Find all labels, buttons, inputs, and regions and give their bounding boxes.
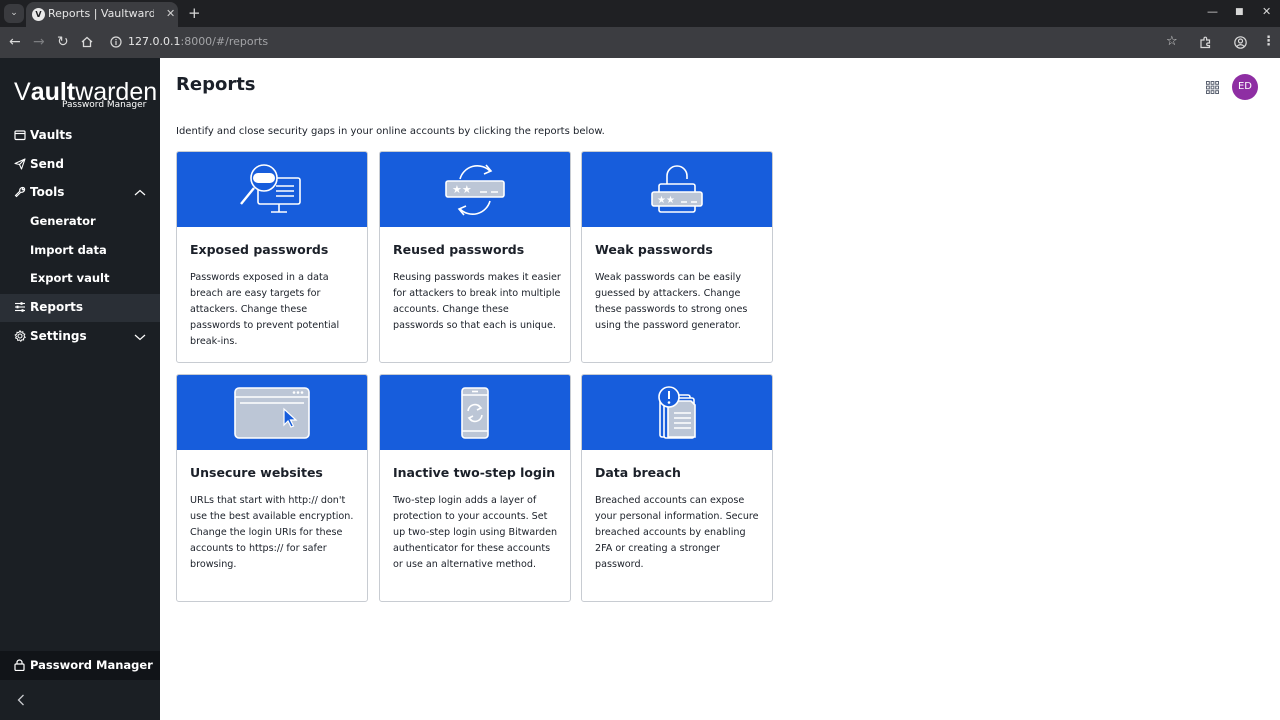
chevron-up-icon bbox=[134, 189, 146, 196]
collapse-sidebar-icon[interactable] bbox=[15, 693, 27, 707]
report-card-title: Weak passwords bbox=[595, 242, 713, 257]
sidebar-item-label: Settings bbox=[30, 329, 87, 343]
card-banner: ★★ bbox=[582, 152, 772, 227]
alert-document-icon bbox=[658, 385, 696, 439]
footer-label: Password Manager bbox=[30, 658, 153, 672]
phone-sync-icon bbox=[461, 386, 489, 439]
card-banner bbox=[177, 152, 367, 227]
avatar[interactable]: ED bbox=[1232, 74, 1258, 100]
report-card-reused-passwords[interactable]: ★★ Reused passwords Reusing passwords ma… bbox=[379, 151, 571, 363]
open-lock-icon: ★★ bbox=[651, 164, 703, 213]
extensions-icon[interactable] bbox=[1199, 36, 1212, 49]
browser-menu-icon[interactable]: ⋮ bbox=[1262, 34, 1275, 50]
sidebar-item-label: Import data bbox=[30, 243, 107, 257]
sidebar-item-label: Send bbox=[30, 157, 64, 171]
sidebar-item-label: Vaults bbox=[30, 128, 73, 142]
report-card-title: Unsecure websites bbox=[190, 465, 323, 480]
browser-toolbar: ← → ↻ 127.0.0.1:8000/#/reports ☆ ⋮ bbox=[0, 27, 1280, 58]
sidebar-item-vaults[interactable]: Vaults bbox=[0, 122, 160, 150]
report-card-title: Inactive two-step login bbox=[393, 465, 556, 480]
logo-gear-v: V bbox=[14, 78, 31, 106]
report-card-unsecure-websites[interactable]: Unsecure websites URLs that start with h… bbox=[176, 374, 368, 602]
sidebar-item-label: Generator bbox=[30, 214, 96, 228]
logo-subtitle: Password Manager bbox=[62, 100, 147, 110]
report-card-description: Breached accounts can expose your person… bbox=[595, 495, 759, 570]
sidebar-item-label: Reports bbox=[30, 300, 84, 314]
card-banner: ★★ bbox=[380, 152, 570, 227]
bookmark-star-icon[interactable]: ☆ bbox=[1166, 34, 1178, 50]
chevron-down-icon bbox=[134, 334, 146, 341]
report-card-title: Reused passwords bbox=[393, 242, 525, 257]
report-card-description: Passwords exposed in a data breach are e… bbox=[190, 272, 340, 347]
sidebar-item-tools[interactable]: Tools bbox=[0, 179, 160, 207]
reports-intro-text: Identify and close security gaps in your… bbox=[176, 126, 605, 137]
magnifier-monitor-icon bbox=[240, 163, 301, 213]
reload-icon[interactable]: ↻ bbox=[57, 33, 69, 51]
card-banner bbox=[582, 375, 772, 450]
sidebar-item-send[interactable]: Send bbox=[0, 151, 160, 179]
sidebar-item-reports[interactable]: Reports bbox=[0, 294, 160, 322]
sidebar-item-settings[interactable]: Settings bbox=[0, 323, 160, 351]
url-path: :8000/#/reports bbox=[180, 35, 269, 48]
site-info-icon[interactable] bbox=[110, 36, 122, 48]
report-card-exposed-passwords[interactable]: Exposed passwords Passwords exposed in a… bbox=[176, 151, 368, 363]
password-manager-switcher[interactable]: Password Manager bbox=[0, 651, 160, 680]
forward-icon[interactable]: → bbox=[33, 33, 45, 51]
window-close-icon[interactable]: ✕ bbox=[1262, 5, 1271, 18]
vaultwarden-logo[interactable]: Vaultwarden Password Manager bbox=[14, 78, 157, 112]
report-card-description: Reusing passwords makes it easier for at… bbox=[393, 272, 561, 331]
page-title: Reports bbox=[176, 74, 256, 95]
address-bar[interactable]: 127.0.0.1:8000/#/reports bbox=[128, 35, 268, 48]
report-card-data-breach[interactable]: Data breach Breached accounts can expose… bbox=[581, 374, 773, 602]
report-card-title: Data breach bbox=[595, 465, 681, 480]
sidebar: Vaultwarden Password Manager Vaults Send… bbox=[0, 58, 160, 720]
back-icon[interactable]: ← bbox=[9, 33, 21, 51]
report-card-description: Two-step login adds a layer of protectio… bbox=[393, 495, 558, 570]
send-icon bbox=[14, 158, 26, 170]
report-card-description: Weak passwords can be easily guessed by … bbox=[595, 272, 748, 331]
new-tab-icon[interactable]: + bbox=[188, 4, 201, 22]
sidebar-item-generator[interactable]: Generator bbox=[0, 208, 160, 236]
sidebar-item-label: Export vault bbox=[30, 271, 110, 285]
sliders-icon bbox=[15, 302, 25, 312]
report-card-weak-passwords[interactable]: ★★ Weak passwords Weak passwords can be … bbox=[581, 151, 773, 363]
home-icon[interactable] bbox=[81, 36, 93, 48]
report-card-title: Exposed passwords bbox=[190, 242, 329, 257]
gear-icon bbox=[14, 330, 26, 342]
browser-tab-bar: ⌄ V Reports | Vaultwarden W ✕ + — ■ ✕ bbox=[0, 0, 1280, 27]
sidebar-item-label: Tools bbox=[30, 185, 65, 199]
browser-tab[interactable]: V Reports | Vaultwarden W ✕ bbox=[26, 2, 178, 27]
browser-window-icon bbox=[234, 386, 310, 439]
lock-icon bbox=[14, 659, 25, 671]
minimize-icon[interactable]: — bbox=[1207, 5, 1218, 18]
product-switcher-grid-icon[interactable] bbox=[1206, 81, 1219, 94]
wrench-icon bbox=[14, 186, 26, 198]
tab-title: Reports | Vaultwarden W bbox=[48, 7, 154, 20]
report-card-inactive-two-step-login[interactable]: Inactive two-step login Two-step login a… bbox=[379, 374, 571, 602]
sidebar-item-import-data[interactable]: Import data bbox=[0, 237, 160, 265]
vaultwarden-favicon-icon: V bbox=[32, 8, 45, 21]
card-banner bbox=[177, 375, 367, 450]
recycle-password-icon: ★★ bbox=[445, 163, 505, 216]
svg-text:★★: ★★ bbox=[452, 183, 472, 196]
url-host: 127.0.0.1 bbox=[128, 35, 181, 48]
profile-icon[interactable] bbox=[1234, 36, 1247, 49]
card-banner bbox=[380, 375, 570, 450]
report-card-description: URLs that start with http:// don't use t… bbox=[190, 495, 354, 570]
tab-close-icon[interactable]: ✕ bbox=[166, 7, 175, 20]
vault-icon bbox=[14, 130, 26, 141]
svg-text:★★: ★★ bbox=[657, 195, 675, 206]
maximize-icon[interactable]: ■ bbox=[1235, 7, 1244, 17]
sidebar-item-export-vault[interactable]: Export vault bbox=[0, 265, 160, 293]
tab-search-chevron-icon[interactable]: ⌄ bbox=[4, 4, 24, 23]
